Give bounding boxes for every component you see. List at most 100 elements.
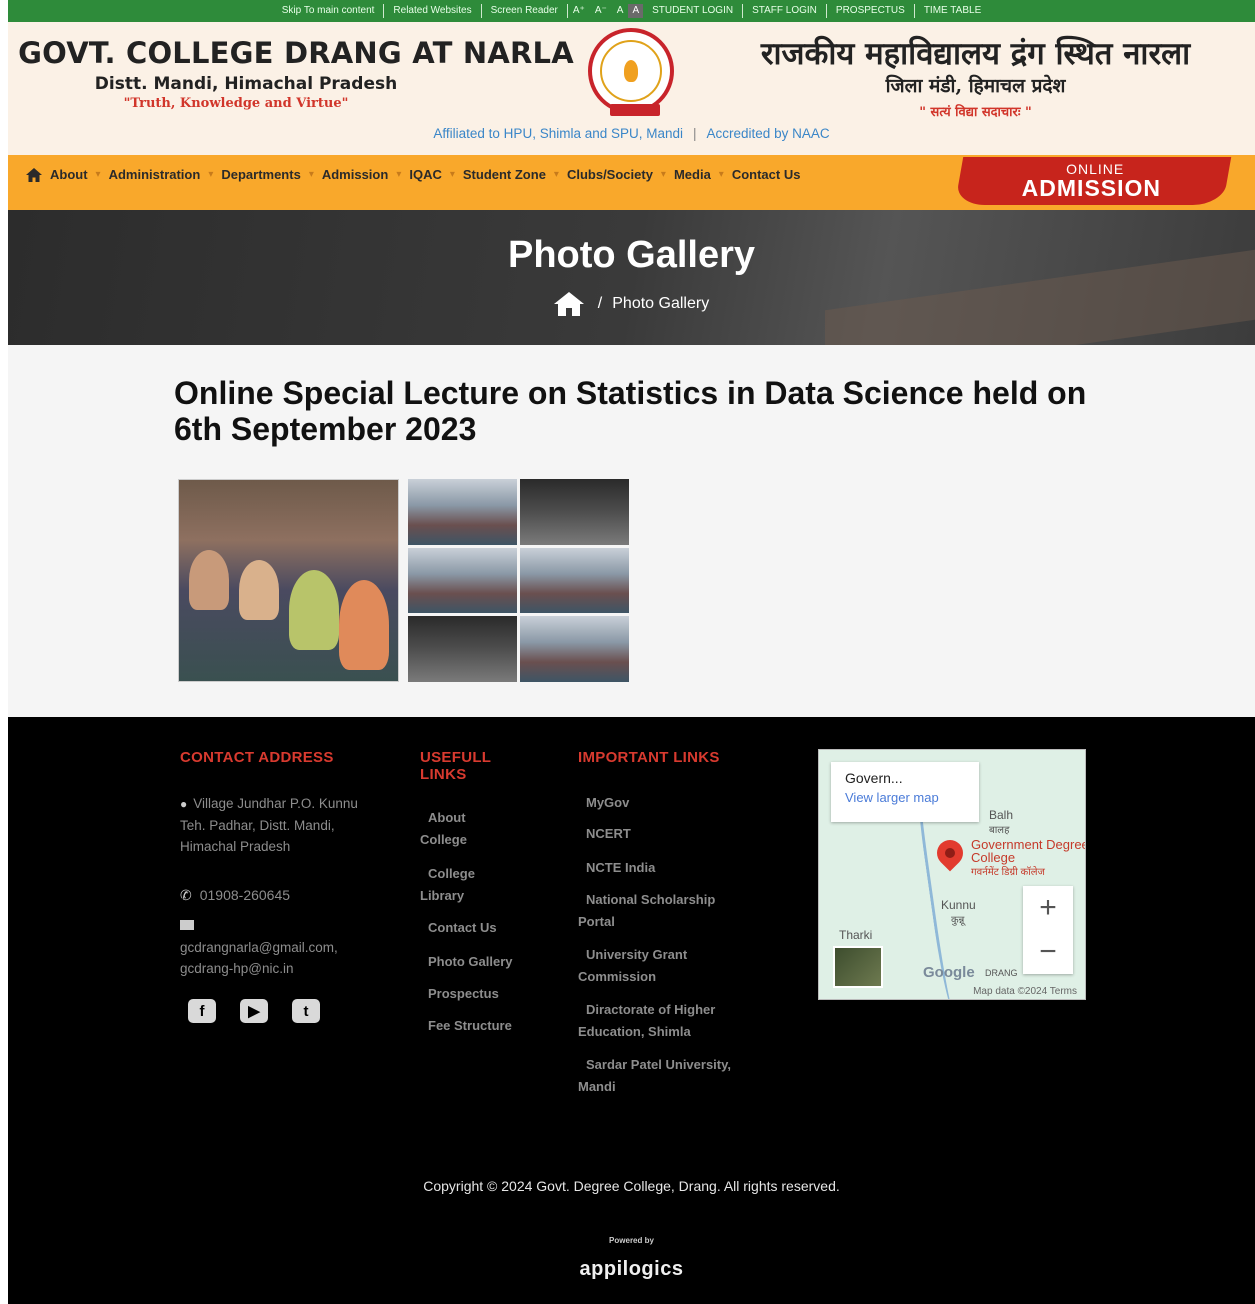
view-larger-map-link[interactable]: View larger map	[845, 790, 965, 805]
youtube-icon[interactable]: ▶	[240, 999, 268, 1023]
nav-item-media[interactable]: Media ▾	[674, 167, 732, 182]
footer-link-national-scholarship[interactable]: National Scholarship Portal	[578, 889, 743, 933]
envelope-icon	[180, 920, 194, 930]
gallery-thumbnail[interactable]	[520, 479, 629, 545]
main-nav: About ▾ Administration ▾ Departments ▾ Admi…	[8, 155, 1255, 210]
phone-text[interactable]: 01908-260645	[200, 887, 290, 903]
gallery-thumbnail[interactable]	[408, 479, 517, 545]
time-table-link[interactable]: TIME TABLE	[915, 4, 990, 18]
nav-dropdown-icon: ▾	[718, 169, 724, 180]
motto-hindi: " सत्यं विद्या सदाचारः "	[919, 105, 1032, 120]
nav-item-administration[interactable]: Administration ▾	[109, 167, 222, 182]
zoom-in-icon[interactable]: +	[1023, 886, 1073, 930]
footer-link-photo-gallery[interactable]: Photo Gallery	[420, 951, 595, 973]
top-utility-bar: Skip To main content Related Websites Sc…	[8, 0, 1255, 22]
nav-dropdown-icon: ▾	[95, 169, 101, 180]
font-increase-button[interactable]: A⁺	[568, 4, 590, 18]
breadcrumb-current: Photo Gallery	[612, 295, 710, 312]
nav-label: Contact Us	[731, 167, 801, 182]
footer-link-ncert[interactable]: NCERT	[578, 823, 753, 845]
map-info-card: Govern... View larger map	[831, 762, 979, 822]
nav-item-student-zone[interactable]: Student Zone ▾	[463, 167, 567, 182]
nav-item-clubs-society[interactable]: Clubs/Society ▾	[567, 167, 674, 182]
footer-link-higher-education[interactable]: Diractorate of Higher Education, Shimla	[578, 999, 738, 1043]
footer-link-ugc[interactable]: University Grant Commission	[578, 944, 708, 988]
footer-link-contact-us[interactable]: Contact Us	[420, 917, 595, 939]
photo-figure	[239, 560, 279, 620]
gallery-thumbnail[interactable]	[520, 547, 629, 614]
related-websites-link[interactable]: Related Websites	[384, 4, 482, 18]
nav-item-admission[interactable]: Admission ▾	[322, 167, 410, 182]
nav-dropdown-icon: ▾	[208, 169, 214, 180]
social-links: f ▶ t	[188, 999, 320, 1023]
college-name-hindi: राजकीय महाविद्यालय द्रंग स्थित नारला	[760, 36, 1191, 72]
zoom-out-icon[interactable]: −	[1023, 930, 1073, 974]
student-login-link[interactable]: STUDENT LOGIN	[643, 4, 744, 18]
footer-link-mygov[interactable]: MyGov	[578, 792, 753, 814]
nav-label: Media	[673, 167, 711, 182]
photo-figure	[339, 580, 389, 670]
map-attribution[interactable]: Map data ©2024 Terms	[973, 986, 1077, 997]
high-contrast-button[interactable]: A	[628, 4, 644, 18]
map-label-balh: Balh	[989, 808, 1014, 822]
map-label-tharki: Tharki	[839, 928, 873, 942]
logo-ribbon	[610, 104, 660, 116]
footer-link-about-college[interactable]: About College	[420, 807, 495, 851]
gallery-thumbnail[interactable]	[408, 547, 517, 614]
font-normal-button[interactable]: A	[612, 4, 629, 18]
nav-dropdown-icon: ▾	[396, 169, 402, 180]
gallery-thumbnail[interactable]	[520, 616, 629, 682]
powered-by-text: Powered by	[609, 1236, 654, 1245]
map-label-drang: DRANG	[985, 968, 1018, 978]
motto-english: "Truth, Knowledge and Virtue"	[123, 96, 349, 111]
address-text: Village Jundhar P.O. Kunnu Teh. Padhar, …	[180, 796, 358, 854]
breadcrumb-home-icon[interactable]	[553, 292, 584, 316]
gallery-thumbnail[interactable]	[408, 616, 517, 682]
site-footer: CONTACT ADDRESS ● Village Jundhar P.O. Ku…	[8, 717, 1255, 1304]
facebook-icon[interactable]: f	[188, 999, 216, 1023]
site-header: GOVT. COLLEGE DRANG AT NARLA Distt. Mand…	[8, 22, 1255, 155]
nav-dropdown-icon: ▾	[660, 169, 666, 180]
map-satellite-toggle[interactable]	[833, 946, 883, 988]
twitter-icon[interactable]: t	[292, 999, 320, 1023]
online-admission-button[interactable]: ONLINE ADMISSION	[954, 157, 1232, 205]
nav-label: IQAC	[409, 167, 442, 182]
footer-link-prospectus[interactable]: Prospectus	[420, 983, 595, 1005]
skip-to-main-link[interactable]: Skip To main content	[273, 4, 385, 18]
phone-icon: ✆	[180, 887, 192, 903]
nav-item-contact-us[interactable]: Contact Us	[732, 167, 801, 182]
gallery-thumbnail-grid	[408, 479, 629, 682]
map-label-kunnu: Kunnu	[941, 898, 976, 912]
address-block: ● Village Jundhar P.O. Kunnu Teh. Padhar,…	[180, 793, 380, 857]
nav-item-iqac[interactable]: IQAC ▾	[409, 167, 463, 182]
footer-link-ncte[interactable]: NCTE India	[578, 857, 753, 879]
affiliation-text: Affiliated to HPU, Shimla and SPU, Mandi	[433, 126, 684, 141]
nav-item-about[interactable]: About ▾	[26, 167, 109, 182]
map-label-college-hindi: गवर्नमेंट डिग्री कॉलेज	[971, 867, 1045, 878]
nav-label: Clubs/Society	[566, 167, 653, 182]
prospectus-link[interactable]: PROSPECTUS	[827, 4, 915, 18]
footer-link-spu-mandi[interactable]: Sardar Patel University, Mandi	[578, 1054, 753, 1098]
admission-label-bottom: ADMISSION	[1022, 174, 1162, 201]
embedded-map[interactable]: Govern... View larger map Balh बालह Gove…	[818, 749, 1086, 1000]
staff-login-link[interactable]: STAFF LOGIN	[743, 4, 827, 18]
appilogics-logo[interactable]: appilogics	[8, 1258, 1255, 1281]
footer-link-college-library[interactable]: College Library	[420, 863, 500, 907]
copyright-text: Copyright © 2024 Govt. Degree College, D…	[423, 1178, 840, 1194]
college-logo[interactable]	[588, 28, 674, 116]
footer-link-fee-structure[interactable]: Fee Structure	[420, 1015, 595, 1037]
gallery-section: Online Special Lecture on Statistics in …	[8, 345, 1255, 717]
accreditation-text: Accredited by NAAC	[706, 126, 830, 141]
gallery-photo-main[interactable]	[178, 479, 399, 682]
email-text[interactable]: gcdrangnarla@gmail.com, gcdrang-hp@nic.i…	[180, 937, 390, 979]
album-title: Online Special Lecture on Statistics in …	[174, 375, 1087, 447]
nav-item-departments[interactable]: Departments ▾	[221, 167, 322, 182]
logo-emblem	[600, 40, 662, 102]
location-pin-icon: ●	[180, 797, 188, 811]
font-decrease-button[interactable]: A⁻	[590, 4, 612, 18]
header-english-block: GOVT. COLLEGE DRANG AT NARLA Distt. Mand…	[16, 36, 576, 111]
screen-reader-link[interactable]: Screen Reader	[482, 4, 568, 18]
map-label-balh-hindi: बालह	[989, 825, 1010, 836]
photo-figure	[189, 550, 229, 610]
map-place-name: Govern...	[845, 770, 903, 786]
